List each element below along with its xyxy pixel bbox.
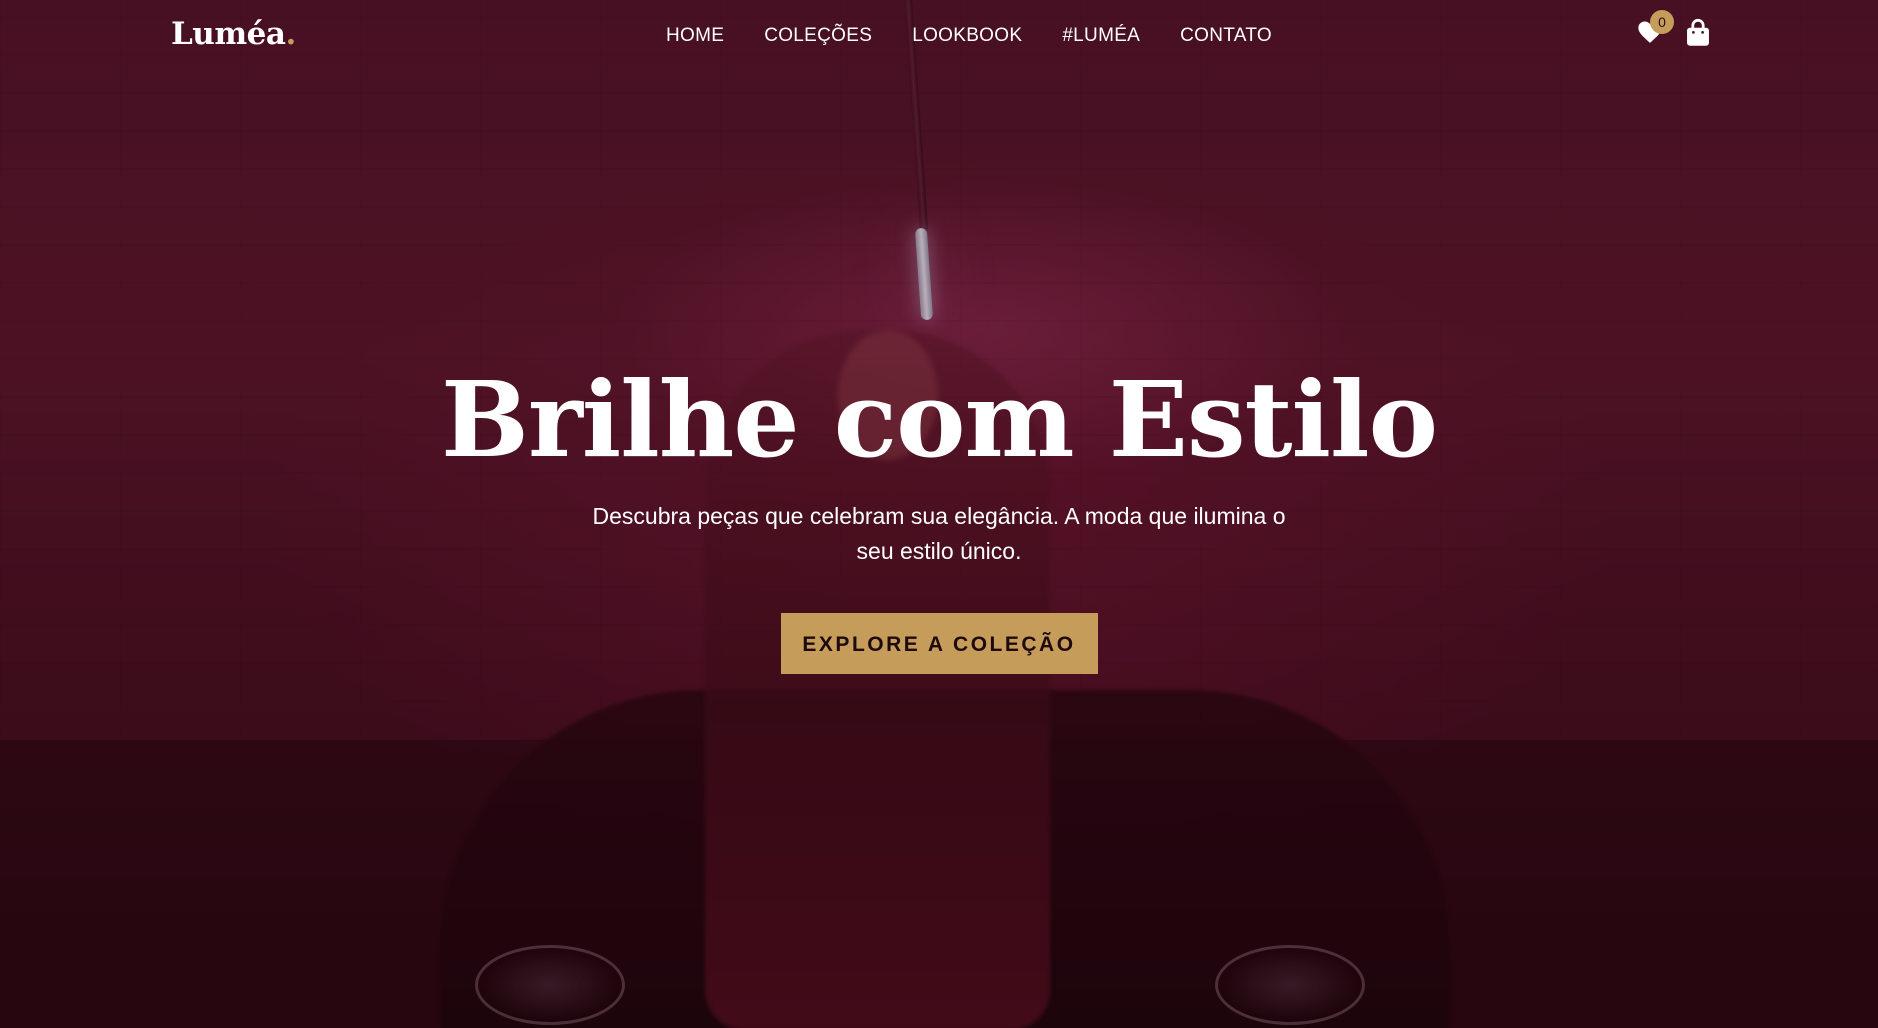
shopping-bag-icon bbox=[1687, 19, 1709, 46]
brand-logo[interactable]: Luméa. bbox=[171, 16, 296, 52]
hero-section: Luméa. HOME COLEÇÕES LOOKBOOK #LUMÉA CON… bbox=[0, 0, 1878, 1028]
nav-item-home[interactable]: HOME bbox=[666, 25, 724, 47]
nav-icons: 0 bbox=[1636, 10, 1716, 58]
nav-item-lumea-hashtag[interactable]: #LUMÉA bbox=[1062, 25, 1140, 47]
explore-collection-button[interactable]: EXPLORE A COLEÇÃO bbox=[780, 613, 1098, 674]
navbar: Luméa. HOME COLEÇÕES LOOKBOOK #LUMÉA CON… bbox=[0, 0, 1878, 76]
cart-button[interactable] bbox=[1684, 18, 1714, 52]
nav-item-colecoes[interactable]: COLEÇÕES bbox=[764, 25, 872, 47]
brand-dot: . bbox=[285, 16, 296, 52]
wishlist-count-badge: 0 bbox=[1650, 10, 1674, 34]
brand-name: Luméa bbox=[171, 16, 286, 52]
nav-item-contato[interactable]: CONTATO bbox=[1180, 25, 1272, 47]
main-nav: HOME COLEÇÕES LOOKBOOK #LUMÉA CONTATO bbox=[666, 25, 1272, 47]
hero-title: Brilhe com Estilo bbox=[441, 358, 1438, 481]
nav-item-lookbook[interactable]: LOOKBOOK bbox=[912, 25, 1022, 47]
wishlist-button[interactable]: 0 bbox=[1636, 10, 1674, 52]
hero-subtitle: Descubra peças que celebram sua elegânci… bbox=[592, 503, 1286, 564]
hero-content: Brilhe com Estilo Descubra peças que cel… bbox=[0, 355, 1878, 674]
